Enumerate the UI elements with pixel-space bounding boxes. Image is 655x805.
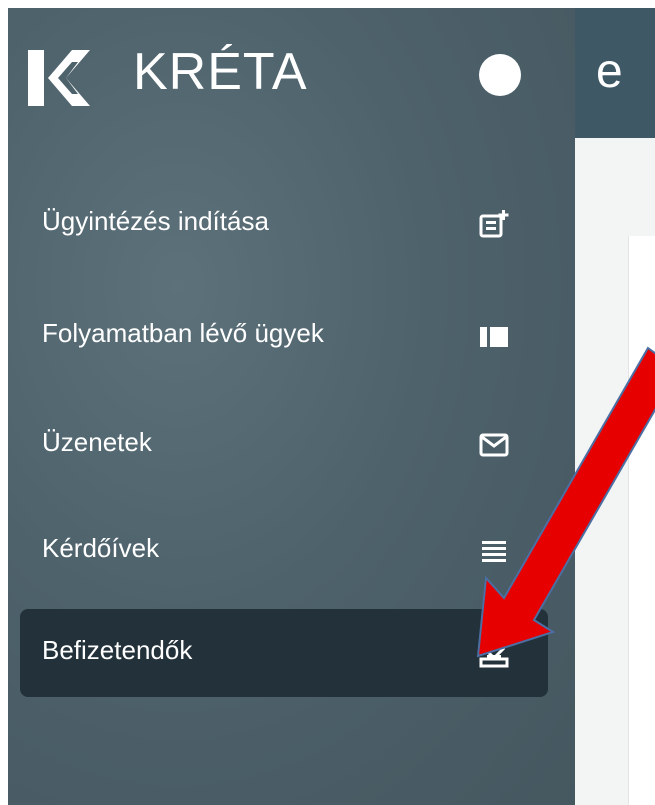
sidebar-item-label: Folyamatban lévő ügyek [42,318,324,348]
payment-icon [479,637,509,668]
sidebar-item-uzenetek[interactable]: Üzenetek [20,401,548,489]
kreta-logo-icon[interactable] [28,50,90,106]
sidebar: KRÉTA Ügyintézés indítása Folyamatban lé… [8,8,575,805]
sidebar-item-befizetendok[interactable]: Befizetendők [20,609,548,697]
sidebar-item-ugyintezes[interactable]: Ügyintézés indítása [20,180,548,268]
sidebar-item-label: Üzenetek [42,427,152,457]
sidebar-item-label: Kérdőívek [42,533,160,563]
brand-name[interactable]: KRÉTA [133,42,308,102]
app-window: e KRÉTA Ügyintézés indítása Folyamatban … [8,8,655,805]
in-progress-icon [480,327,508,347]
brand-header: KRÉTA [8,8,575,138]
sidebar-item-kerdoivek[interactable]: Kérdőívek [20,507,548,595]
content-card [628,236,655,805]
envelope-icon [479,433,509,457]
list-icon [482,541,506,562]
sidebar-item-folyamatban[interactable]: Folyamatban lévő ügyek [20,292,548,380]
sidebar-item-label: Befizetendők [42,635,193,665]
header-title: e [596,45,623,98]
new-request-icon [479,210,509,238]
theme-toggle-button[interactable] [479,54,521,96]
sidebar-item-label: Ügyintézés indítása [42,206,269,236]
